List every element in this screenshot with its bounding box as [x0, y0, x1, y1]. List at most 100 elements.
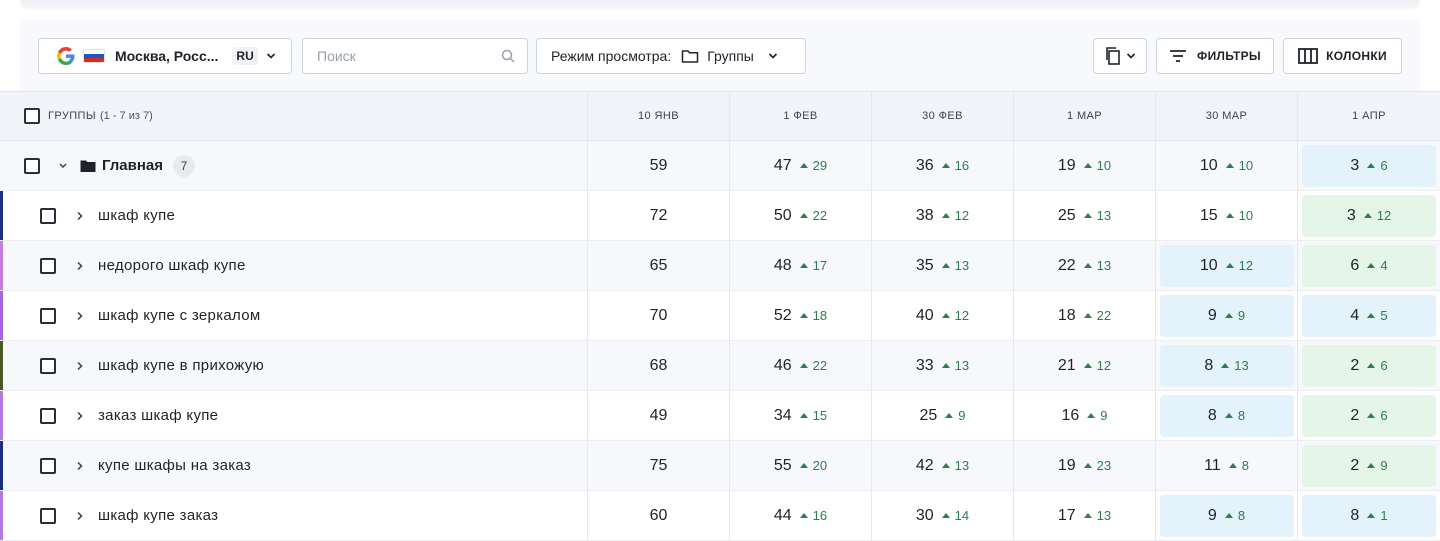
arrow-up-icon: [945, 413, 954, 418]
position-cell[interactable]: 55 20: [730, 441, 872, 490]
keyword-row[interactable]: шкаф купе заказ 60 4416 3014 1713 98: [0, 491, 1440, 541]
position-cell[interactable]: 11 8: [1156, 441, 1298, 490]
position-change-value: 4: [1380, 258, 1388, 273]
position-cell[interactable]: 34 15: [730, 391, 872, 440]
position-cell[interactable]: 26: [1298, 391, 1440, 440]
position-cell[interactable]: 35 13: [872, 241, 1014, 290]
position-cell[interactable]: 50 22: [730, 191, 872, 240]
row-checkbox[interactable]: [40, 257, 56, 274]
filters-button[interactable]: ФИЛЬТРЫ: [1156, 38, 1274, 74]
group-row[interactable]: Главная 7 59 47 29 36 16 19 10 10 10 3 6: [0, 141, 1440, 191]
position-cell[interactable]: 38 12: [872, 191, 1014, 240]
position-change: 12: [941, 308, 969, 323]
keyword-row[interactable]: шкаф купе с зеркалом 70 52 18 40 12 18 22 9…: [0, 291, 1440, 341]
chevron-right-icon[interactable]: [76, 261, 84, 271]
position-cell[interactable]: 48 17: [730, 241, 872, 290]
position-cell[interactable]: 36 16: [872, 141, 1014, 190]
arrow-up-icon: [1083, 313, 1092, 318]
position-cell[interactable]: 29: [1298, 441, 1440, 490]
position-cell[interactable]: 3 12: [1298, 191, 1440, 240]
position-cell[interactable]: 22 13: [1014, 241, 1156, 290]
position-cell[interactable]: 47 29: [730, 141, 872, 190]
chevron-right-icon[interactable]: [76, 411, 84, 421]
select-all-checkbox[interactable]: [24, 108, 40, 124]
position-value: 15: [1199, 206, 1218, 224]
copy-menu-button[interactable]: [1093, 38, 1147, 74]
position-value-box: 45: [1302, 294, 1436, 337]
position-change-value: 9: [1100, 408, 1108, 423]
row-checkbox[interactable]: [40, 207, 56, 224]
arrow-up-icon: [1083, 163, 1092, 168]
position-cell[interactable]: 64: [1298, 241, 1440, 290]
position-cell[interactable]: 26: [1298, 341, 1440, 390]
keyword-row[interactable]: заказ шкаф купе 49 34 15 25 9 16 9 88 2 …: [0, 391, 1440, 441]
position-cell[interactable]: 25 13: [1014, 191, 1156, 240]
position-value-box: 81: [1302, 494, 1436, 537]
position-cell[interactable]: 16 9: [1014, 391, 1156, 440]
position-cell[interactable]: 98: [1156, 491, 1298, 540]
position-cell[interactable]: 8 13: [1156, 341, 1298, 390]
row-checkbox[interactable]: [40, 307, 56, 324]
position-cell[interactable]: 36: [1298, 141, 1440, 190]
position-cell[interactable]: 40 12: [872, 291, 1014, 340]
chevron-down-icon[interactable]: [58, 162, 68, 170]
search-input[interactable]: [317, 48, 487, 64]
position-cell[interactable]: 15 10: [1156, 191, 1298, 240]
region-selector[interactable]: Москва, Росс... RU: [38, 38, 292, 74]
position-cell[interactable]: 44 16: [730, 491, 872, 540]
date-header[interactable]: 1 МАР: [1014, 92, 1156, 140]
keyword-row[interactable]: шкаф купе 72 50 22 38 12 25 13 15 10 3 1…: [0, 191, 1440, 241]
position-cell[interactable]: 81: [1298, 491, 1440, 540]
position-cell[interactable]: 33 13: [872, 341, 1014, 390]
position-cell[interactable]: 46 22: [730, 341, 872, 390]
position-cell[interactable]: 25 9: [872, 391, 1014, 440]
keyword-row[interactable]: шкаф купе в прихожую 68 46 22 33 13 21 12 8…: [0, 341, 1440, 391]
position-cell[interactable]: 42 13: [872, 441, 1014, 490]
position-cell[interactable]: 19 23: [1014, 441, 1156, 490]
position-cell[interactable]: 60: [588, 491, 730, 540]
row-checkbox[interactable]: [40, 357, 56, 374]
position-cell[interactable]: 52 18: [730, 291, 872, 340]
position-cell[interactable]: 10 10: [1156, 141, 1298, 190]
row-checkbox[interactable]: [40, 507, 56, 524]
keyword-row[interactable]: купе шкафы на заказ 75 55 20 42 13 19 23 11…: [0, 441, 1440, 491]
date-header[interactable]: 10 ЯНВ: [588, 92, 730, 140]
row-checkbox[interactable]: [24, 157, 40, 174]
position-cell[interactable]: 10 12: [1156, 241, 1298, 290]
position-change: 15: [799, 408, 827, 423]
group-count-badge: 7: [173, 154, 196, 177]
position-cell[interactable]: 30 14: [872, 491, 1014, 540]
position-cell[interactable]: 59: [588, 141, 730, 190]
columns-button[interactable]: КОЛОНКИ: [1283, 38, 1402, 74]
view-mode-selector[interactable]: Режим просмотра: Группы: [536, 38, 806, 74]
date-header[interactable]: 30 ФЕВ: [872, 92, 1014, 140]
position-value-box: 30 14: [876, 495, 1010, 537]
position-cell[interactable]: 21 12: [1014, 341, 1156, 390]
row-checkbox[interactable]: [40, 407, 56, 424]
position-change-value: 12: [1096, 358, 1112, 373]
date-header[interactable]: 1 АПР: [1298, 92, 1440, 140]
position-cell[interactable]: 99: [1156, 291, 1298, 340]
date-header[interactable]: 1 ФЕВ: [730, 92, 872, 140]
chevron-right-icon[interactable]: [76, 461, 84, 471]
date-header[interactable]: 30 МАР: [1156, 92, 1298, 140]
position-cell[interactable]: 68: [588, 341, 730, 390]
row-checkbox[interactable]: [40, 457, 56, 474]
position-cell[interactable]: 70: [588, 291, 730, 340]
position-cell[interactable]: 75: [588, 441, 730, 490]
chevron-right-icon[interactable]: [76, 511, 84, 521]
position-cell[interactable]: 18 22: [1014, 291, 1156, 340]
search-field[interactable]: [302, 38, 528, 74]
search-icon[interactable]: [501, 49, 515, 63]
chevron-right-icon[interactable]: [76, 211, 84, 221]
position-cell[interactable]: 19 10: [1014, 141, 1156, 190]
chevron-right-icon[interactable]: [76, 361, 84, 371]
position-cell[interactable]: 17 13: [1014, 491, 1156, 540]
position-cell[interactable]: 72: [588, 191, 730, 240]
position-cell[interactable]: 45: [1298, 291, 1440, 340]
keyword-row[interactable]: недорого шкаф купе 65 48 17 35 13 22 13 10 1…: [0, 241, 1440, 291]
position-cell[interactable]: 49: [588, 391, 730, 440]
position-cell[interactable]: 65: [588, 241, 730, 290]
position-cell[interactable]: 88: [1156, 391, 1298, 440]
chevron-right-icon[interactable]: [76, 311, 84, 321]
